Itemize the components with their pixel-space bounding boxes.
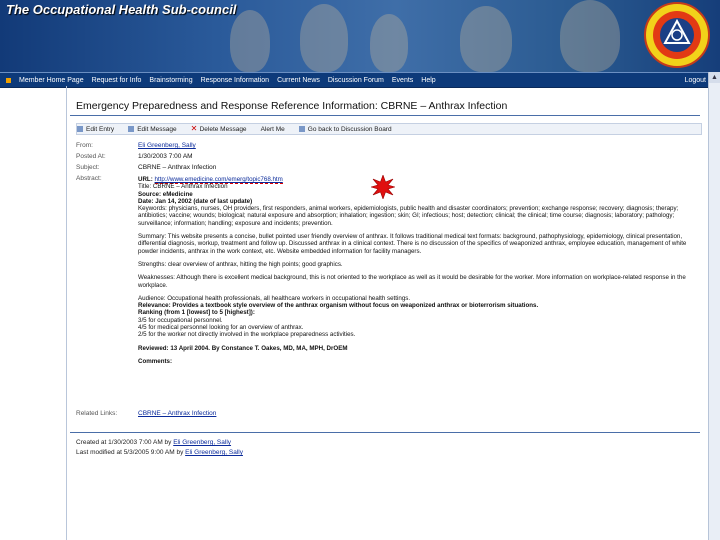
nav-request-info[interactable]: Request for Info	[92, 77, 142, 84]
subject-label: Subject:	[76, 164, 100, 171]
ranking-item: 2/5 for the worker not directly involved…	[138, 331, 356, 339]
page-title: Emergency Preparedness and Response Refe…	[76, 100, 508, 112]
alert-me-button[interactable]: Alert Me	[261, 126, 285, 133]
back-to-board-label: Go back to Discussion Board	[307, 125, 392, 133]
banner-photo-figure	[300, 4, 348, 72]
from-value-link[interactable]: Eli Greenberg, Sally	[138, 142, 196, 149]
abstract-strengths: Strengths: clear overview of anthrax, hi…	[138, 260, 343, 268]
edit-icon	[128, 126, 135, 132]
site-title: The Occupational Health Sub-council	[6, 2, 237, 17]
nav-brainstorming[interactable]: Brainstorming	[149, 77, 192, 84]
message-toolbar: Edit Entry Edit Message ✕ Delete Message …	[76, 123, 702, 135]
organization-seal-icon	[644, 2, 710, 68]
back-to-board-button[interactable]: Go back to Discussion Board	[298, 125, 392, 133]
abstract-comments: Comments:	[138, 357, 173, 365]
back-arrow-icon	[298, 126, 305, 132]
abstract-date: Date: Jan 14, 2002 (date of last update)	[138, 197, 253, 205]
delete-x-icon: ✕	[190, 124, 198, 133]
abstract-reviewed: Reviewed: 13 April 2004. By Constance T.…	[138, 344, 348, 352]
ranking-item: 3/5 for occupational personnel.	[138, 316, 223, 324]
logout-link[interactable]: Logout	[685, 77, 706, 84]
ranking-item: 4/5 for medical personnel looking for an…	[138, 324, 304, 332]
url-label: URL:	[138, 176, 153, 183]
related-link[interactable]: CBRNE – Anthrax Infection	[138, 410, 216, 417]
related-links-label: Related Links:	[76, 410, 118, 417]
abstract-title: Title: CBRNE – Anthrax Infection	[138, 183, 228, 191]
posted-label: Posted At:	[76, 153, 106, 160]
nav-help[interactable]: Help	[421, 77, 435, 84]
vertical-scrollbar[interactable]: ▲	[708, 72, 720, 540]
modified-by-link[interactable]: Eli Greenberg, Sally	[185, 449, 243, 456]
edit-message-button[interactable]: Edit Message	[128, 125, 177, 133]
nav-member-home[interactable]: Member Home Page	[19, 77, 84, 84]
delete-message-button[interactable]: ✕ Delete Message	[190, 124, 247, 133]
banner-photo-figure	[230, 10, 270, 72]
delete-message-label: Delete Message	[199, 125, 247, 133]
abstract-body: URL: http://www.emedicine.com/emerg/topi…	[138, 176, 702, 365]
created-info: Created at 1/30/2003 7:00 AM by Eli Gree…	[76, 439, 231, 446]
from-label: From:	[76, 142, 93, 149]
nav-current-news[interactable]: Current News	[277, 77, 320, 84]
nav-bullet-icon	[6, 77, 11, 83]
main-content: Emergency Preparedness and Response Refe…	[66, 96, 706, 536]
created-by-link[interactable]: Eli Greenberg, Sally	[173, 439, 231, 446]
abstract-source: Source: eMedicine	[138, 190, 193, 198]
edit-entry-button[interactable]: Edit Entry	[77, 126, 114, 133]
header-banner: The Occupational Health Sub-council	[0, 0, 720, 72]
edit-icon	[77, 126, 83, 132]
modified-info: Last modified at 5/3/2005 9:00 AM by Eli…	[76, 449, 243, 456]
abstract-weaknesses: Weaknesses: Although there is excellent …	[138, 274, 686, 289]
subject-value: CBRNE – Anthrax Infection	[138, 164, 217, 171]
abstract-audience: Audience: Occupational health profession…	[138, 294, 411, 302]
edit-entry-label: Edit Entry	[86, 125, 115, 133]
banner-photo-figure	[460, 6, 512, 72]
nav-events[interactable]: Events	[392, 77, 413, 84]
main-nav: Member Home Page Request for Info Brains…	[0, 72, 720, 88]
created-prefix: Created at 1/30/2003 7:00 AM by	[76, 439, 172, 446]
modified-prefix: Last modified at 5/3/2005 9:00 AM by	[76, 449, 184, 456]
abstract-label: Abstract:	[76, 175, 102, 182]
footer-divider	[70, 432, 700, 433]
abstract-relevance: Relevance: Provides a textbook style ove…	[138, 302, 539, 310]
abstract-keywords: Keywords: physicians, nurses, OH provide…	[138, 205, 679, 227]
abstract-summary: Summary: This website presents a concise…	[138, 233, 687, 255]
edit-message-label: Edit Message	[137, 125, 177, 133]
nav-discussion-forum[interactable]: Discussion Forum	[328, 77, 384, 84]
title-divider	[70, 115, 700, 116]
posted-value: 1/30/2003 7:00 AM	[138, 153, 193, 160]
banner-photo-figure	[560, 0, 620, 72]
nav-response-information[interactable]: Response Information	[201, 77, 269, 84]
red-starburst-icon	[371, 175, 395, 199]
alert-me-label: Alert Me	[260, 125, 285, 133]
banner-photo-figure	[370, 14, 408, 72]
scroll-up-arrow-icon[interactable]: ▲	[709, 72, 720, 83]
abstract-ranking: Ranking (from 1 [lowest] to 5 [highest])…	[138, 309, 255, 317]
